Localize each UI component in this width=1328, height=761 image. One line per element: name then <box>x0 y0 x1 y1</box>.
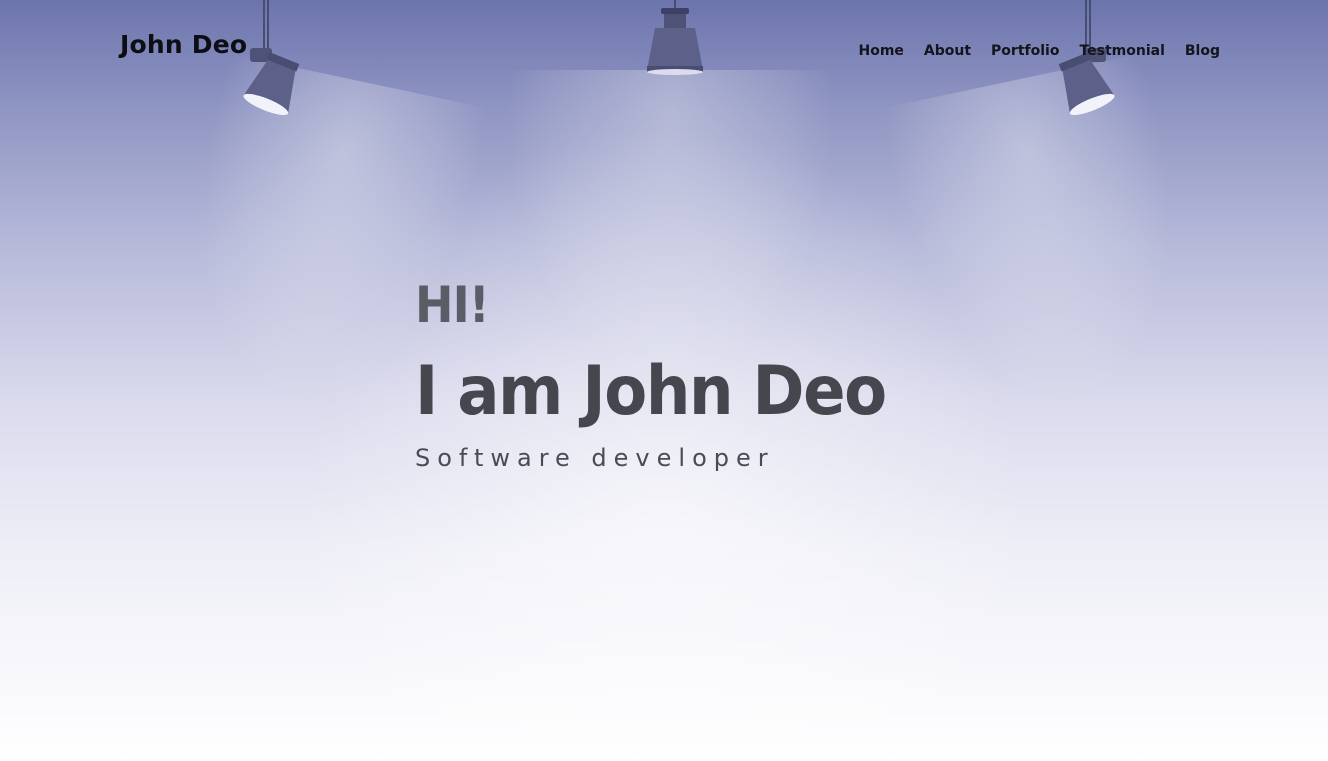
nav-item-portfolio: Portfolio <box>991 40 1059 59</box>
page-stage: John Deo Home About Portfolio Testmonial… <box>0 0 1328 761</box>
hero-headline: I am John Deo <box>415 352 887 431</box>
nav-item-testmonial: Testmonial <box>1079 40 1164 59</box>
nav-item-blog: Blog <box>1185 40 1220 59</box>
hero-role: Software developer <box>415 444 775 472</box>
main-nav: Home About Portfolio Testmonial Blog <box>858 40 1220 59</box>
nav-item-about: About <box>924 40 971 59</box>
nav-link-blog[interactable]: Blog <box>1185 43 1220 59</box>
nav-link-portfolio[interactable]: Portfolio <box>991 43 1059 59</box>
nav-link-about[interactable]: About <box>924 43 971 59</box>
brand-logo-link[interactable]: John Deo <box>120 30 247 59</box>
nav-item-home: Home <box>858 40 903 59</box>
hero-greeting: HI! <box>415 276 490 334</box>
site-header: John Deo Home About Portfolio Testmonial… <box>0 0 1328 96</box>
nav-link-home[interactable]: Home <box>858 43 903 59</box>
nav-link-testmonial[interactable]: Testmonial <box>1079 43 1164 59</box>
hero-section: HI! I am John Deo Software developer <box>415 280 927 472</box>
